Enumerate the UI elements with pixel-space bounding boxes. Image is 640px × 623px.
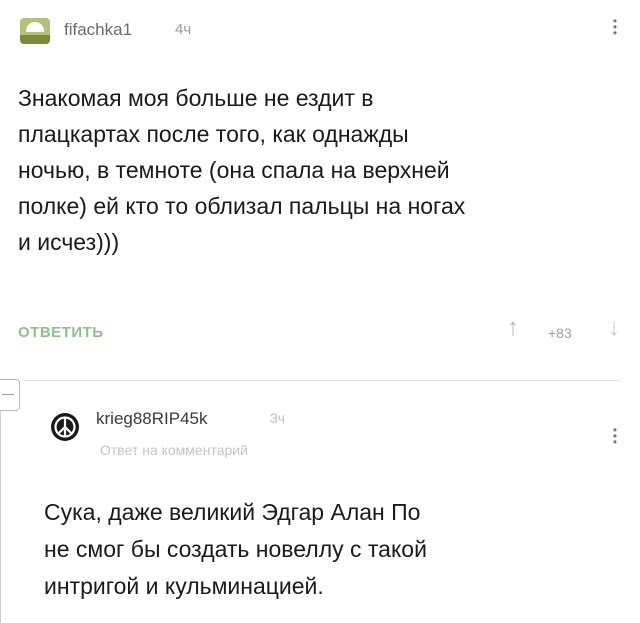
avatar-sky-shape	[26, 22, 44, 32]
comment-body: Знакомая моя больше не ездит в плацкарта…	[18, 85, 466, 255]
avatar-hill-shape	[20, 35, 50, 44]
reply-body: Сука, даже великий Эдгар Алан По не смог…	[44, 499, 427, 599]
reply-username[interactable]: krieg88RIP45k	[96, 409, 208, 429]
comment-username[interactable]: fifachka1	[64, 20, 132, 40]
thread-divider	[24, 380, 620, 381]
user-avatar[interactable]	[20, 18, 50, 44]
peace-sign-avatar-icon[interactable]	[50, 412, 80, 442]
reply-time: 3ч	[270, 410, 286, 426]
comment-menu-icon[interactable]: • • •	[612, 15, 618, 39]
reply-to-link[interactable]: Ответ на комментарий	[100, 442, 248, 458]
comment-time: 4ч	[175, 21, 192, 38]
reply-button[interactable]: ОТВЕТИТЬ	[18, 324, 104, 341]
thread-collapse-button[interactable]	[0, 379, 20, 411]
comment-rating: +83	[548, 325, 572, 341]
downvote-icon[interactable]: ↓	[608, 314, 620, 342]
reply-menu-icon[interactable]: • • •	[612, 424, 618, 448]
thread-line[interactable]	[0, 380, 25, 623]
collapse-minus-icon	[2, 394, 14, 395]
upvote-icon[interactable]: ↑	[507, 314, 519, 342]
